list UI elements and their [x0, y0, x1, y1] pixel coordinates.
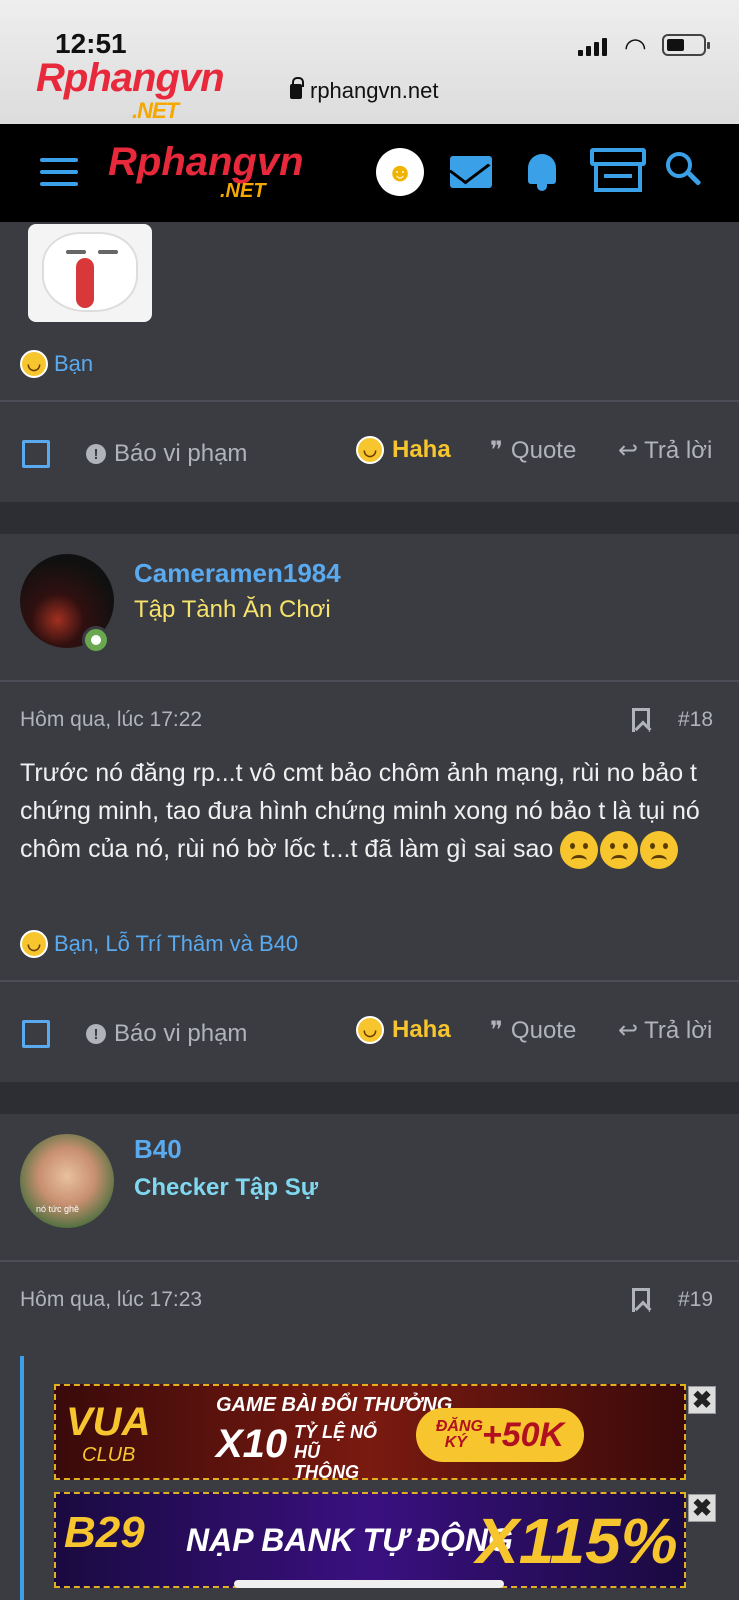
post-date[interactable]: Hôm qua, lúc 17:23 [20, 1288, 202, 1312]
quote-icon: ❞ [490, 437, 503, 464]
close-ad-icon[interactable]: ✖ [688, 1494, 716, 1522]
haha-emoji-icon: ◡ [356, 1016, 384, 1044]
username[interactable]: Cameramen1984 [134, 558, 341, 589]
signal-icon [578, 38, 607, 56]
reply-button[interactable]: ↩ Trả lời [618, 1016, 712, 1045]
quote-button[interactable]: ❞ Quote [490, 436, 576, 465]
ad-banner-vua-club[interactable]: VUA CLUB GAME BÀI ĐỔI THƯỞNG X10 TỶ LỆ N… [54, 1384, 686, 1480]
warning-icon: ! [86, 444, 106, 464]
user-title: Tập Tành Ăn Chơi [134, 596, 331, 623]
post-number[interactable]: #18 [678, 708, 713, 732]
reactors-text: Bạn, Lỗ Trí Thâm và B40 [54, 931, 299, 956]
post-gap [0, 502, 739, 534]
online-status-icon [82, 626, 110, 654]
site-logo-small: Rphangvn .NET [36, 56, 225, 123]
ad-banner-b29[interactable]: B29 NẠP BANK TỰ ĐỘNG X115% [54, 1492, 686, 1588]
quote-icon: ❞ [490, 1017, 503, 1044]
close-ad-icon[interactable]: ✖ [688, 1386, 716, 1414]
select-checkbox[interactable] [22, 440, 50, 468]
post-body: Trước nó đăng rp...t vô cmt bảo chôm ảnh… [20, 754, 720, 870]
haha-button[interactable]: ◡ Haha [356, 1016, 451, 1044]
report-button[interactable]: ! Báo vi phạm [86, 440, 247, 468]
menu-icon[interactable] [40, 158, 78, 186]
reaction-summary[interactable]: ◡ Bạn [20, 350, 93, 378]
bell-icon[interactable] [524, 150, 560, 192]
reply-icon: ↩ [618, 1017, 639, 1044]
username[interactable]: B40 [134, 1134, 182, 1165]
banana-icon: ☻ [386, 156, 414, 187]
mail-icon[interactable] [450, 156, 492, 188]
wifi-icon: ◠ [624, 32, 647, 62]
warning-icon: ! [86, 1024, 106, 1044]
reaction-summary[interactable]: ◡ Bạn, Lỗ Trí Thâm và B40 [20, 930, 298, 958]
site-logo[interactable]: Rphangvn .NET [108, 140, 304, 202]
quote-button[interactable]: ❞ Quote [490, 1016, 576, 1045]
select-checkbox[interactable] [22, 1020, 50, 1048]
sad-face-icon [600, 831, 639, 870]
post-gap [0, 1082, 739, 1114]
battery-icon [662, 34, 710, 56]
site-header: Rphangvn .NET ☻ [0, 124, 739, 222]
haha-emoji-icon: ◡ [356, 436, 384, 464]
haha-button[interactable]: ◡ Haha [356, 436, 451, 464]
post-date[interactable]: Hôm qua, lúc 17:22 [20, 708, 202, 732]
home-indicator[interactable] [234, 1580, 504, 1588]
url-text: rphangvn.net [310, 78, 439, 103]
post-number[interactable]: #19 [678, 1288, 713, 1312]
user-avatar-button[interactable]: ☻ [376, 148, 424, 196]
browser-status-bar: 12:51 Rphangvn .NET rphangvn.net ◠ [0, 0, 739, 124]
avatar[interactable]: nó tức ghê [20, 1134, 114, 1228]
sad-face-icon [560, 831, 599, 870]
bookmark-icon[interactable] [632, 1288, 650, 1312]
haha-emoji-icon: ◡ [20, 350, 48, 378]
reactors-text: Bạn [54, 351, 94, 376]
lock-icon [290, 76, 304, 99]
search-icon[interactable] [666, 152, 702, 190]
bookmark-icon[interactable] [632, 708, 650, 732]
ad-register-button[interactable]: ĐĂNG KÝ +50K [416, 1408, 584, 1462]
report-button[interactable]: ! Báo vi phạm [86, 1020, 247, 1048]
sad-face-icon [640, 831, 679, 870]
store-icon[interactable] [590, 148, 646, 194]
sticker-image [28, 224, 152, 322]
post-actions: ! Báo vi phạm ◡ Haha ❞ Quote ↩ Trả lời [0, 982, 739, 1082]
post-actions: ! Báo vi phạm ◡ Haha ❞ Quote ↩ Trả lời [0, 402, 739, 502]
haha-emoji-icon: ◡ [20, 930, 48, 958]
reply-icon: ↩ [618, 437, 639, 464]
reply-button[interactable]: ↩ Trả lời [618, 436, 712, 465]
address-bar[interactable]: rphangvn.net [290, 76, 439, 104]
post-19-user: nó tức ghê B40 Checker Tập Sự [0, 1114, 739, 1260]
post-18-user: Cameramen1984 Tập Tành Ăn Chơi [0, 534, 739, 680]
user-title: Checker Tập Sự [134, 1174, 319, 1201]
